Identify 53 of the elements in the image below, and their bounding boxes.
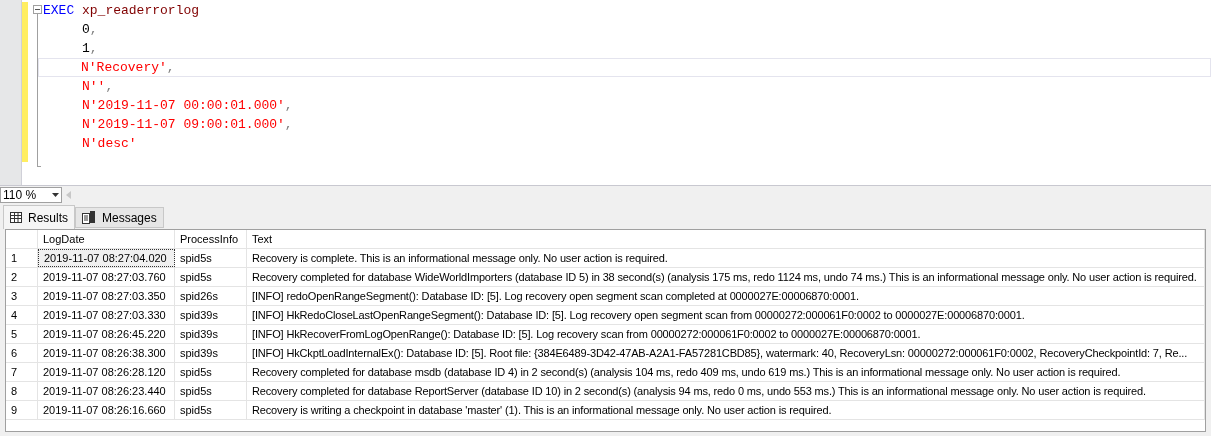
code-line: N'desc' xyxy=(82,134,137,153)
table-cell[interactable]: spid5s xyxy=(175,382,247,400)
table-cell[interactable]: Recovery is complete. This is an informational message only. No user action is required. xyxy=(247,249,1205,267)
table-cell[interactable]: 2019-11-07 08:27:03.330 xyxy=(38,306,175,324)
column-header[interactable]: LogDate xyxy=(38,230,175,248)
table-cell[interactable]: Recovery completed for database ReportServer (database ID 10) in 2 second(s) (analysis 94 ms, redo 0 ms, undo 553 ms.) This is an informational message only. No user action is required. xyxy=(247,382,1205,400)
row-number: 7 xyxy=(6,363,38,381)
results-tab[interactable]: Results xyxy=(3,205,75,229)
table-cell[interactable]: Recovery is writing a checkpoint in database 'master' (1). This is an informational message only. No user action is required. xyxy=(247,401,1205,419)
table-cell[interactable]: spid5s xyxy=(175,249,247,267)
document-icon xyxy=(82,211,96,224)
table-cell[interactable]: spid39s xyxy=(175,306,247,324)
table-cell[interactable]: spid5s xyxy=(175,363,247,381)
row-number: 3 xyxy=(6,287,38,305)
column-header[interactable]: ProcessInfo xyxy=(175,230,247,248)
code-line: 1, xyxy=(82,39,98,58)
row-number: 8 xyxy=(6,382,38,400)
table-cell[interactable]: spid39s xyxy=(175,344,247,362)
table-cell[interactable]: [INFO] HkCkptLoadInternalEx(): Database ID: [5]. Root file: {384E6489-3D42-47AB-A2A1-FA57281CBD85}, watermark: 40, RecoveryLsn: 00000272:000061F0:0002, RecoveryCheckpointId: 7, Re... xyxy=(247,344,1205,362)
grid-icon xyxy=(10,212,22,223)
table-cell[interactable]: 2019-11-07 08:27:03.350 xyxy=(38,287,175,305)
row-number: 4 xyxy=(6,306,38,324)
row-number: 9 xyxy=(6,401,38,419)
row-number: 2 xyxy=(6,268,38,286)
row-number: 6 xyxy=(6,344,38,362)
code-line: N'2019-11-07 00:00:01.000', xyxy=(82,96,293,115)
table-cell[interactable]: spid5s xyxy=(175,268,247,286)
table-cell[interactable]: 2019-11-07 08:26:45.220 xyxy=(38,325,175,343)
caret-icon xyxy=(52,192,59,197)
code-line: N'Recovery', xyxy=(81,58,175,77)
table-cell[interactable]: 2019-11-07 08:26:38.300 xyxy=(38,344,175,362)
table-cell[interactable]: spid26s xyxy=(175,287,247,305)
zoom-dropdown[interactable]: 110 % xyxy=(0,186,62,203)
table-cell[interactable]: 2019-11-07 08:26:23.440 xyxy=(38,382,175,400)
table-cell[interactable]: 2019-11-07 08:27:04.020 xyxy=(38,249,175,267)
code-line: EXEC xp_readerrorlog xyxy=(43,1,200,20)
table-cell[interactable]: 2019-11-07 08:27:03.760 xyxy=(38,268,175,286)
table-cell[interactable]: [INFO] HkRecoverFromLogOpenRange(): Database ID: [5]. Log recovery scan from 00000272:000061F0:0002 to 0000027E:00006870:0001. xyxy=(247,325,1205,343)
collapse-icon[interactable] xyxy=(33,5,42,14)
code-line: N'2019-11-07 09:00:01.000', xyxy=(82,115,293,134)
table-cell[interactable]: Recovery completed for database WideWorldImporters (database ID 5) in 38 second(s) (analysis 175 ms, redo 1124 ms, undo 74 ms.) This is an informational message only. No user action is required. xyxy=(247,268,1205,286)
table-cell[interactable]: 2019-11-07 08:26:16.660 xyxy=(38,401,175,419)
row-number: 5 xyxy=(6,325,38,343)
table-cell[interactable]: spid39s xyxy=(175,325,247,343)
table-cell[interactable]: [INFO] redoOpenRangeSegment(): Database ID: [5]. Log recovery open segment scan completed at 0000027E:00006870:0001. xyxy=(247,287,1205,305)
code-line: N'', xyxy=(82,77,114,96)
results-tab[interactable]: Messages xyxy=(75,207,164,228)
table-cell[interactable]: Recovery completed for database msdb (database ID 4) in 2 second(s) (analysis 104 ms, redo 409 ms, undo 619 ms.) This is an informational message only. No user action is required. xyxy=(247,363,1205,381)
column-header[interactable]: Text xyxy=(247,230,1205,248)
table-cell[interactable]: 2019-11-07 08:26:28.120 xyxy=(38,363,175,381)
table-cell[interactable]: spid5s xyxy=(175,401,247,419)
table-cell[interactable]: [INFO] HkRedoCloseLastOpenRangeSegment(): Database ID: [5]. Log recovery open segment scan from 00000272:000061F0:0002 to 0000027E:00006870:0001. xyxy=(247,306,1205,324)
code-line: 0, xyxy=(82,20,98,39)
